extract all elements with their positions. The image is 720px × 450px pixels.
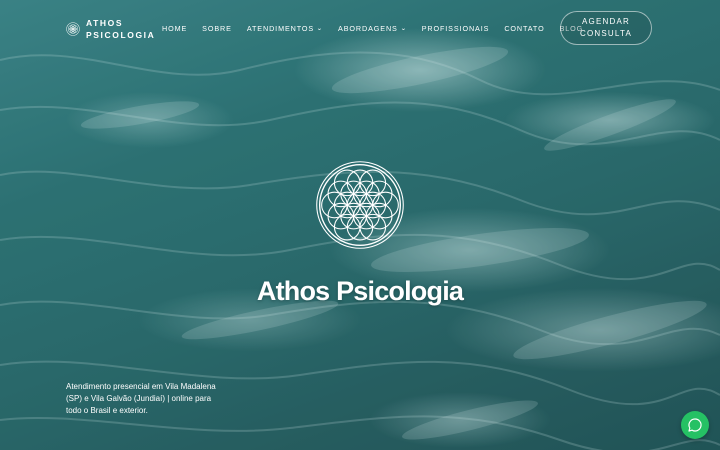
chevron-down-icon: ⌄ (400, 26, 408, 32)
chevron-down-icon: ⌄ (316, 26, 324, 32)
nav-home[interactable]: HOME (162, 24, 187, 33)
brand-line-2: PSICOLOGIA (86, 30, 156, 40)
nav-profissionais-label: PROFISSIONAIS (421, 24, 490, 33)
cta-line-2: CONSULTA (580, 29, 632, 38)
brand-name: ATHOS PSICOLOGIA (86, 17, 155, 41)
nav-contato[interactable]: CONTATO (504, 24, 544, 33)
cta-line-1: AGENDAR (582, 17, 630, 26)
main-nav: HOME SOBRE ATENDIMENTOS ⌄ ABORDAGENS ⌄ PRO… (162, 24, 598, 33)
brand[interactable]: ATHOS PSICOLOGIA (66, 17, 155, 41)
nav-contato-label: CONTATO (504, 24, 545, 33)
brand-line-1: ATHOS (86, 18, 124, 28)
nav-sobre-label: SOBRE (202, 24, 232, 33)
nav-atendimentos[interactable]: ATENDIMENTOS ⌄ (247, 24, 323, 33)
nav-profissionais[interactable]: PROFISSIONAIS (422, 24, 490, 33)
whatsapp-icon (688, 418, 702, 432)
hero-title: Athos Psicologia (256, 276, 464, 306)
schedule-appointment-button[interactable]: AGENDAR CONSULTA (560, 11, 652, 45)
nav-abordagens-label: ABORDAGENS (338, 24, 398, 33)
nav-atendimentos-label: ATENDIMENTOS (246, 24, 315, 33)
flower-of-life-icon (316, 161, 404, 249)
nav-sobre[interactable]: SOBRE (202, 24, 232, 33)
whatsapp-button[interactable] (681, 411, 709, 439)
nav-home-label: HOME (162, 24, 188, 33)
flower-of-life-icon (66, 22, 80, 36)
nav-abordagens[interactable]: ABORDAGENS ⌄ (338, 24, 407, 33)
hero-description: Atendimento presencial em Vila Madalena … (66, 382, 216, 415)
